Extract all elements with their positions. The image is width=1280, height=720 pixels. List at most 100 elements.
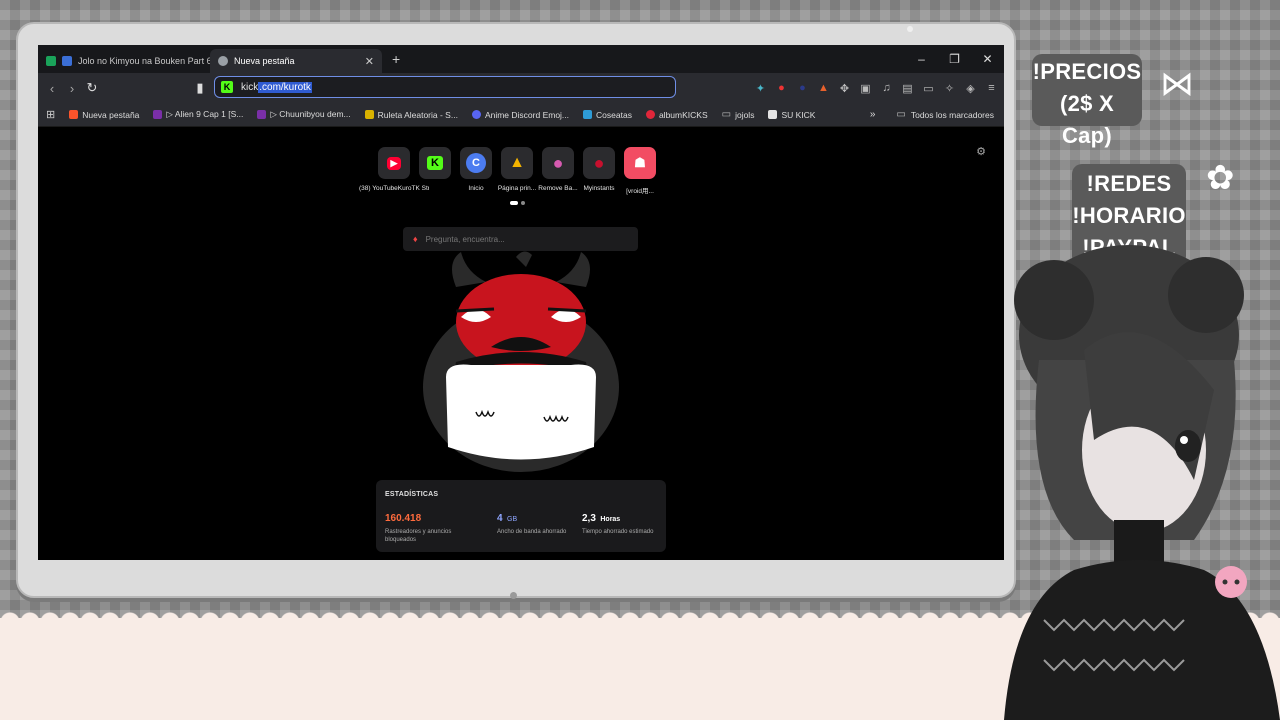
tab-favicon-icon — [62, 56, 72, 66]
screenshot-icon[interactable]: ▣ — [859, 82, 872, 95]
page-dot[interactable] — [521, 201, 525, 205]
wallet-icon[interactable]: ▭ — [922, 82, 935, 95]
tile-label: [vroid用... — [626, 188, 654, 195]
toolbar: ‹ › ↻ ▮ K kick.com/kurotk ✦ ● ● ▲ ✥ ▣ ♫ … — [38, 73, 1004, 103]
all-bookmarks-folder[interactable]: Todos los marcadores — [911, 110, 994, 120]
bookmark-item[interactable]: Coseatas — [583, 110, 632, 120]
top-sites: ▶ (38) YouTubeKuroTK Str... K C Inicio ▲ Pá… — [359, 147, 656, 195]
close-window-icon[interactable]: ✕ — [971, 45, 1004, 73]
vtuber-avatar-image — [1004, 245, 1280, 720]
tab-label: Nueva pestaña — [234, 56, 295, 66]
bookmarks-overflow-button[interactable]: » — [870, 109, 876, 120]
remove-bg-icon: ● — [542, 147, 574, 179]
bookmark-label: ▷ Alien 9 Cap 1 [S... — [166, 109, 244, 119]
extension-icon[interactable]: ● — [796, 82, 809, 94]
gear-icon[interactable]: ⚙ — [976, 145, 986, 158]
brave-rewards-icon[interactable]: ▲ — [817, 82, 830, 94]
tab-new[interactable]: Nueva pestaña ✕ — [210, 49, 382, 73]
restore-icon[interactable]: ❐ — [938, 45, 971, 73]
monitor-power-dot — [510, 592, 517, 599]
tab-favicon-icon — [46, 56, 56, 66]
bookmark-item[interactable]: SU KICK — [768, 110, 815, 120]
bookmark-favicon-icon — [69, 110, 79, 119]
precios-line2: (2$ X Cap) — [1059, 91, 1115, 148]
tab-bar: Jolo no Kimyou na Bouken Part 6 Nueva pe… — [38, 45, 1004, 73]
stat-description: Ancho de banda ahorrado — [497, 529, 567, 535]
music-icon[interactable]: ♫ — [880, 82, 893, 94]
bookmark-favicon-icon — [768, 110, 778, 119]
bookmark-favicon-icon — [153, 110, 163, 119]
extension-icons: ✦ ● ● ▲ ✥ ▣ ♫ ▤ ▭ ✧ ◈ ≡ — [754, 73, 998, 103]
brave-lion-icon: ♦ — [413, 234, 418, 244]
bookmark-icon[interactable]: ▮ — [190, 80, 210, 96]
vroid-icon: ☗ — [624, 147, 656, 179]
bow-decoration-icon: ⋈ — [1160, 65, 1194, 103]
bookmark-label: jojols — [735, 109, 755, 120]
bookmark-label: Anime Discord Emoj... — [484, 109, 570, 120]
extension-icon[interactable]: ✦ — [754, 82, 767, 95]
new-tab-page: ⚙ ▶ (38) YouTubeKuroTK Str... K C Inicio ▲… — [38, 127, 1004, 560]
page-dot[interactable] — [510, 201, 518, 205]
stat-value: 2,3 — [582, 513, 596, 524]
stats-title: ESTADÍSTICAS — [385, 491, 439, 498]
folder-icon: ▭ — [721, 109, 732, 120]
stats-card: ESTADÍSTICAS 160.418 Rastreadores y anun… — [376, 480, 666, 552]
reload-icon[interactable]: ↻ — [82, 80, 102, 96]
kick-site-icon: K — [221, 81, 233, 93]
close-tab-icon[interactable]: ✕ — [365, 55, 374, 68]
bookmark-favicon-icon — [583, 110, 593, 119]
forward-icon[interactable]: › — [62, 81, 82, 96]
bookmark-item[interactable]: Ruleta Aleatoria - S... — [364, 109, 458, 120]
url-selected: .com/kurotk — [258, 81, 312, 93]
top-site-tile[interactable]: ▶ (38) YouTubeKuroTK Str... — [359, 147, 429, 195]
minimize-icon[interactable]: – — [905, 45, 938, 73]
stat-trackers: 160.418 Rastreadores y anuncios bloquead… — [385, 508, 460, 544]
bookmark-item[interactable]: albumKICKS — [645, 109, 708, 120]
stat-description: Tiempo ahorrado estimado — [582, 529, 654, 535]
extension-icon[interactable]: ● — [775, 82, 788, 94]
vpn-shield-icon[interactable]: ◈ — [964, 82, 977, 95]
browser-window: Jolo no Kimyou na Bouken Part 6 Nueva pe… — [38, 45, 1004, 560]
bookmark-label: Ruleta Aleatoria - S... — [377, 109, 458, 120]
search-placeholder: Pregunta, encuentra... — [425, 234, 505, 244]
bookmark-label: ▷ Chuunibyou dem... — [270, 109, 351, 119]
back-icon[interactable]: ‹ — [42, 81, 62, 96]
bookmark-label: albumKICKS — [658, 109, 708, 120]
bookmark-item[interactable]: ▷ Alien 9 Cap 1 [S... — [153, 109, 243, 120]
address-bar[interactable]: K kick.com/kurotk — [214, 76, 676, 98]
stat-value: 160.418 — [385, 513, 422, 524]
tab-label: Jolo no Kimyou na Bouken Part 6 — [78, 56, 210, 66]
menu-icon[interactable]: ≡ — [985, 82, 998, 94]
decor-dot — [907, 26, 913, 32]
youtube-icon: ▶ — [378, 147, 410, 179]
stat-time: 2,3 Horas Tiempo ahorrado estimado — [582, 508, 657, 536]
url-text: kick.com/kurotk — [241, 81, 312, 93]
extensions-puzzle-icon[interactable]: ✥ — [838, 82, 851, 95]
leo-ai-icon[interactable]: ✧ — [943, 82, 956, 95]
horario-command: !HORARIO — [1072, 203, 1186, 228]
new-tab-button[interactable]: + — [392, 51, 400, 67]
bookmarks-bar: ⊞ Nueva pestaña ▷ Alien 9 Cap 1 [S... ▷ … — [38, 103, 1004, 127]
background-mascot-image — [423, 251, 619, 472]
top-site-tile[interactable]: ☗ [vroid用... — [624, 147, 656, 195]
bookmark-folder[interactable]: ▭ jojols — [722, 109, 755, 120]
myinstants-icon: ● — [583, 147, 615, 179]
bookmark-favicon-icon — [645, 110, 655, 119]
apps-grid-icon[interactable]: ⊞ — [46, 108, 55, 121]
tab-jolo[interactable]: Jolo no Kimyou na Bouken Part 6 — [38, 49, 210, 73]
redes-command: !REDES — [1086, 171, 1172, 196]
drive-icon: ▲ — [501, 147, 533, 179]
bookmark-favicon-icon — [257, 110, 267, 119]
bookmark-favicon-icon — [364, 110, 374, 119]
sidebar-icon[interactable]: ▤ — [901, 82, 914, 95]
bookmark-item[interactable]: Anime Discord Emoj... — [471, 109, 570, 120]
url-prefix: kick — [241, 81, 259, 93]
top-sites-pager[interactable] — [510, 201, 525, 205]
bookmark-favicon-icon — [471, 110, 481, 119]
stat-unit: Horas — [600, 516, 621, 523]
flower-decoration-icon: ✿ — [1206, 159, 1235, 197]
bookmark-item[interactable]: ▷ Chuunibyou dem... — [257, 109, 351, 120]
window-controls: – ❐ ✕ — [905, 45, 1004, 73]
bookmark-item[interactable]: Nueva pestaña — [69, 110, 139, 120]
stat-value: 4 — [497, 513, 503, 524]
